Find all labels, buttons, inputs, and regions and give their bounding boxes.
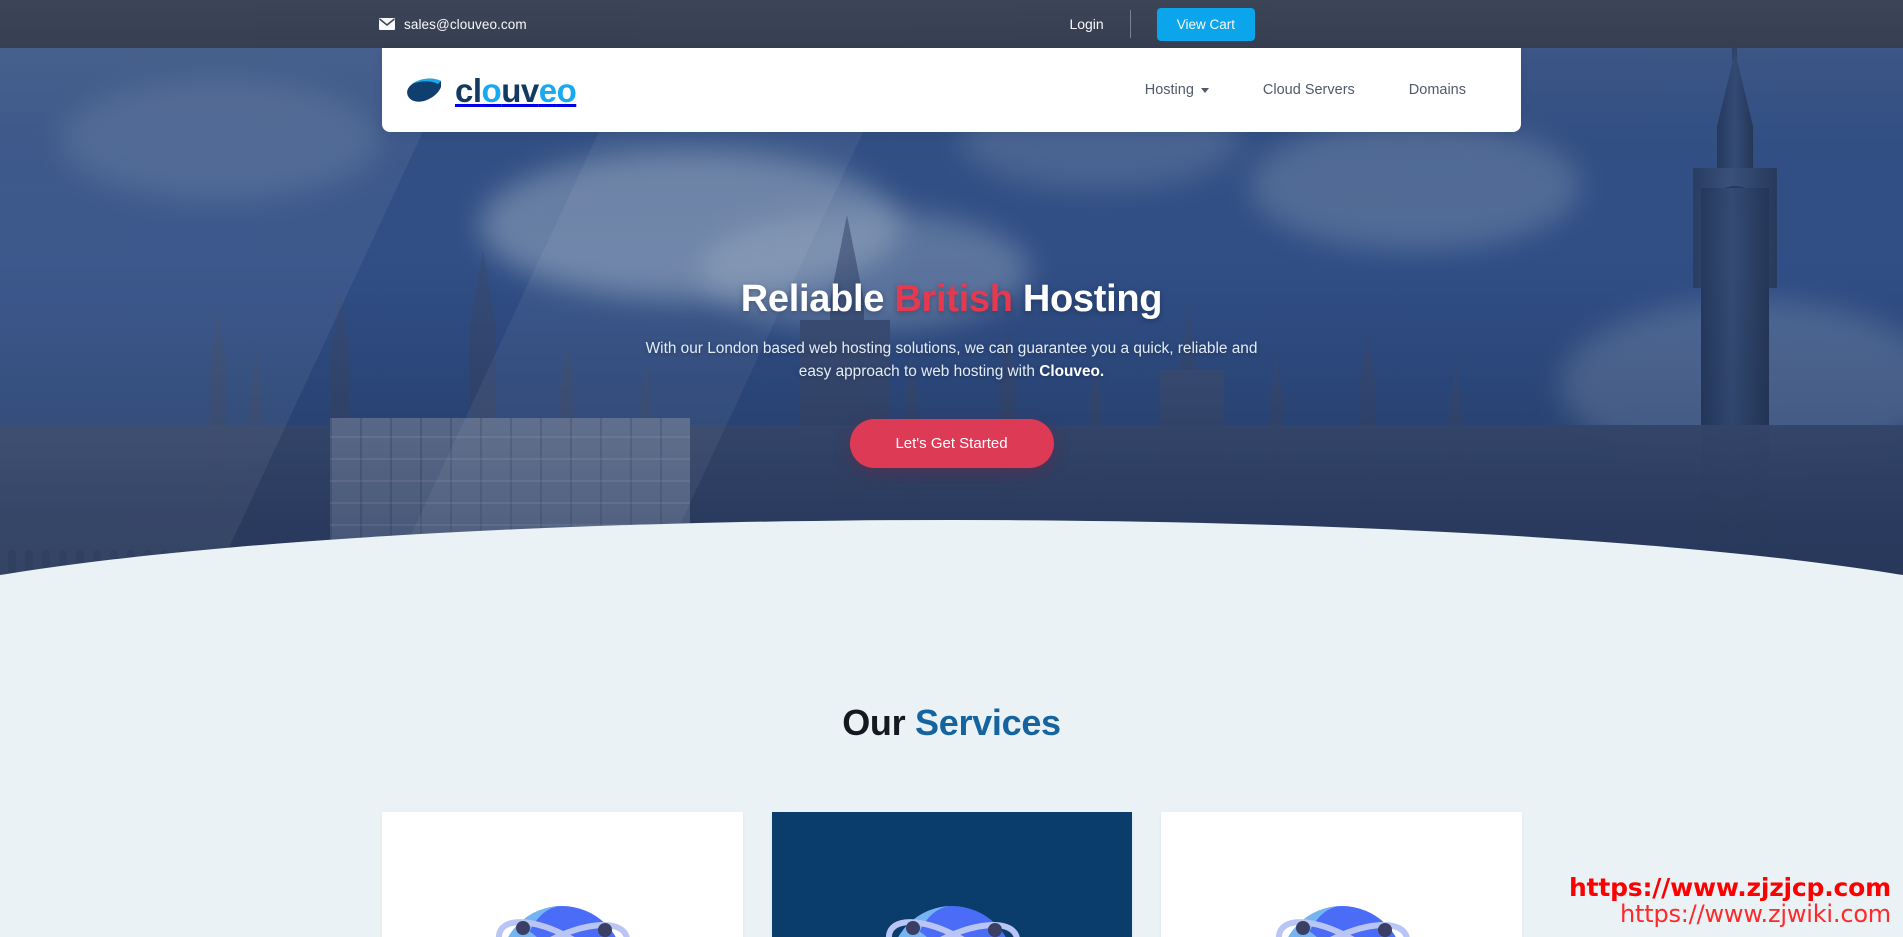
view-cart-button[interactable]: View Cart <box>1156 7 1255 41</box>
services-heading: Our Services <box>0 702 1903 744</box>
globe-network-icon <box>857 868 1047 937</box>
contact-email-group[interactable]: sales@clouveo.com <box>379 17 527 32</box>
nav-item-domains[interactable]: Domains <box>1382 82 1493 98</box>
services-heading-dark: Our <box>842 702 916 743</box>
site-logo[interactable]: clouveo <box>405 71 577 109</box>
nav-item-hosting-label: Hosting <box>1144 82 1194 98</box>
watermark-line-1: https://www.zjzjcp.com <box>1568 873 1891 903</box>
page-root: sales@clouveo.com Login View Cart clouve… <box>0 0 1903 937</box>
topbar-divider <box>1129 10 1131 38</box>
chevron-down-icon <box>1200 87 1209 93</box>
main-navigation-bar: clouveo Hosting Cloud Servers Domains <box>382 48 1521 132</box>
topbar-actions: Login View Cart <box>1069 7 1255 41</box>
hero-heading-part1: Reliable <box>740 278 895 320</box>
hero-heading-part2: Hosting <box>1012 278 1163 320</box>
top-utility-bar: sales@clouveo.com Login View Cart <box>0 0 1903 48</box>
cloud-leaf-icon <box>405 77 443 103</box>
logo-wordmark: clouveo <box>455 71 577 109</box>
nav-item-hosting[interactable]: Hosting <box>1118 82 1236 98</box>
service-card-3[interactable] <box>1161 812 1523 937</box>
hero-heading-highlight: British <box>894 278 1013 320</box>
nav-links: Hosting Cloud Servers Domains <box>1118 82 1493 98</box>
service-card-2[interactable] <box>771 812 1133 937</box>
get-started-button[interactable]: Let's Get Started <box>849 419 1054 468</box>
nav-item-domains-label: Domains <box>1408 82 1466 98</box>
contact-email-text: sales@clouveo.com <box>404 16 527 32</box>
watermark: https://www.zjzjcp.com https://www.zjwik… <box>1568 873 1891 929</box>
hero-subtitle-text: With our London based web hosting soluti… <box>645 340 1258 381</box>
services-heading-blue: Services <box>915 702 1061 743</box>
hero-heading: Reliable British Hosting <box>0 278 1903 321</box>
watermark-line-2: https://www.zjwiki.com <box>1620 900 1891 929</box>
service-card-1[interactable] <box>382 812 743 937</box>
nav-item-cloud-servers-label: Cloud Servers <box>1262 82 1355 98</box>
globe-network-icon <box>467 868 657 937</box>
hero-subtitle: With our London based web hosting soluti… <box>642 337 1262 384</box>
globe-network-icon <box>1247 868 1437 937</box>
hero-subtitle-brand: Clouveo. <box>1039 363 1105 381</box>
login-link[interactable]: Login <box>1069 16 1129 32</box>
envelope-icon <box>379 18 395 30</box>
services-card-list <box>382 812 1523 937</box>
nav-item-cloud-servers[interactable]: Cloud Servers <box>1236 82 1382 98</box>
